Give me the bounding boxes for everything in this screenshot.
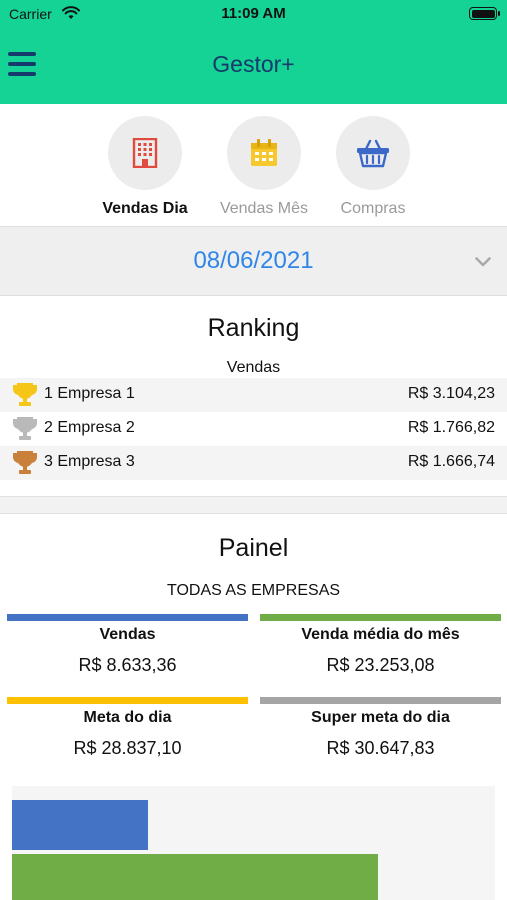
chevron-down-icon xyxy=(475,254,491,272)
kpi-value: R$ 30.647,83 xyxy=(326,738,435,758)
battery-icon xyxy=(469,7,500,20)
kpi-venda-media-mes: Venda média do mês R$ 23.253,08 xyxy=(260,614,501,690)
calendar-icon xyxy=(227,116,301,190)
kpi-vendas: Vendas R$ 8.633,36 xyxy=(7,614,248,690)
painel-subtitle: TODAS AS EMPRESAS xyxy=(166,582,341,599)
silver-trophy-icon xyxy=(12,416,38,447)
tab-bar: Vendas Dia Vendas Mês Compras xyxy=(0,104,507,226)
ranking-company: 1 Empresa 1 xyxy=(44,385,135,402)
kpi-label: Meta do dia xyxy=(83,709,172,726)
kpi-color-bar xyxy=(260,697,501,704)
painel-title: Painel xyxy=(218,534,289,562)
status-time: 11:09 AM xyxy=(221,5,286,22)
section-divider xyxy=(0,496,507,514)
painel-section: Painel TODAS AS EMPRESAS Vendas R$ 8.633… xyxy=(0,514,507,900)
ranking-value: R$ 3.104,23 xyxy=(407,385,495,402)
app-title: Gestor+ xyxy=(212,51,295,77)
kpi-color-bar xyxy=(260,614,501,621)
chart-bar-vendas xyxy=(12,800,148,850)
basket-icon xyxy=(336,116,410,190)
date-selector[interactable]: 08/06/2021 xyxy=(0,226,507,296)
kpi-color-bar xyxy=(7,697,248,704)
kpi-value: R$ 8.633,36 xyxy=(78,655,177,675)
kpi-value: R$ 23.253,08 xyxy=(326,655,435,675)
ranking-company: 3 Empresa 3 xyxy=(44,453,135,470)
chart-bar-venda-m-dia-do-m-s xyxy=(12,854,378,900)
tab-label: Compras xyxy=(340,200,406,217)
building-icon xyxy=(108,116,182,190)
kpi-meta-dia: Meta do dia R$ 28.837,10 xyxy=(7,697,248,773)
bronze-trophy-icon xyxy=(12,450,38,481)
kpi-super-meta-dia: Super meta do dia R$ 30.647,83 xyxy=(260,697,501,773)
app-bar: Gestor+ xyxy=(0,28,507,104)
ranking-row[interactable]: 2 Empresa 2 R$ 1.766,82 xyxy=(0,412,507,446)
ranking-subtitle: Vendas xyxy=(226,359,281,376)
tab-label: Vendas Dia xyxy=(102,200,188,217)
kpi-value: R$ 28.837,10 xyxy=(73,738,182,758)
ranking-value: R$ 1.666,74 xyxy=(407,453,495,470)
status-bar: Carrier 11:09 AM xyxy=(0,0,507,28)
ranking-title: Ranking xyxy=(207,314,300,342)
kpi-label: Vendas xyxy=(99,626,156,643)
ranking-row[interactable]: 3 Empresa 3 R$ 1.666,74 xyxy=(0,446,507,480)
tab-label: Vendas Mês xyxy=(219,200,309,217)
gold-trophy-icon xyxy=(12,382,38,413)
kpi-label: Super meta do dia xyxy=(311,709,450,726)
kpi-color-bar xyxy=(7,614,248,621)
sales-bar-chart xyxy=(12,786,495,900)
tab-vendas-mes[interactable]: Vendas Mês xyxy=(209,114,319,219)
ranking-company: 2 Empresa 2 xyxy=(44,419,135,436)
selected-date: 08/06/2021 xyxy=(193,247,314,274)
ranking-section: Ranking Vendas 1 Empresa 1 R$ 3.104,23 2… xyxy=(0,296,507,496)
ranking-value: R$ 1.766,82 xyxy=(407,419,495,436)
ranking-row[interactable]: 1 Empresa 1 R$ 3.104,23 xyxy=(0,378,507,412)
tab-vendas-dia[interactable]: Vendas Dia xyxy=(90,114,200,219)
tab-compras[interactable]: Compras xyxy=(318,114,428,219)
kpi-label: Venda média do mês xyxy=(301,626,460,643)
